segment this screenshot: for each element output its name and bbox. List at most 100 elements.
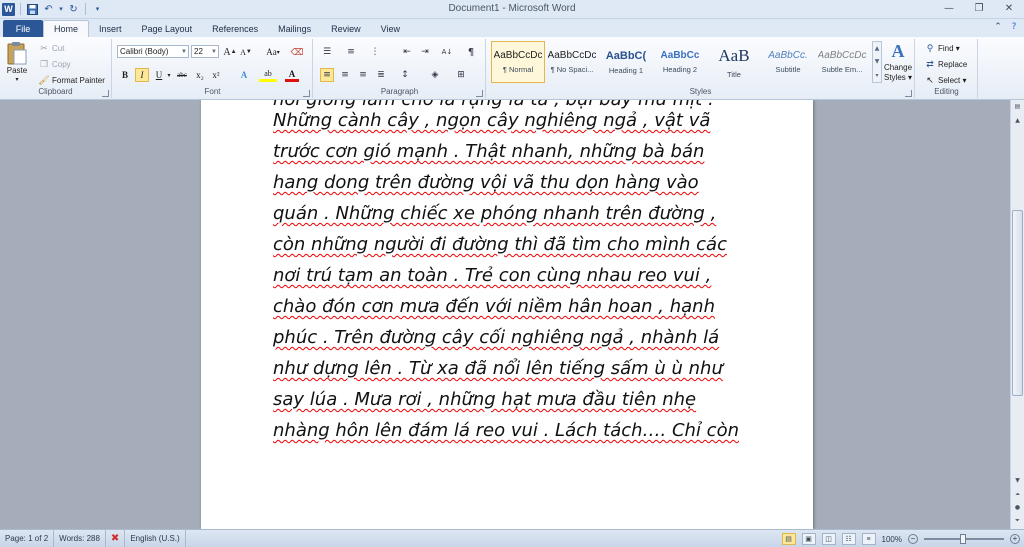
tab-insert[interactable]: Insert [89,20,132,37]
full-screen-view-icon[interactable]: ▣ [801,533,816,545]
page-count[interactable]: Page: 1 of 2 [0,529,55,547]
style-no-spacing[interactable]: AaBbCcDc ¶ No Spaci... [545,41,599,83]
paste-button[interactable]: Paste ▾ [6,41,28,83]
borders-icon[interactable]: ⊞ [454,68,468,82]
tab-mailings[interactable]: Mailings [268,20,321,37]
font-color-button[interactable]: A [285,68,299,82]
tab-home[interactable]: Home [43,20,90,37]
ruler-toggle-icon[interactable]: ▤ [1011,100,1024,113]
style-heading-1[interactable]: AaBbC( Heading 1 [599,41,653,83]
gallery-more-icon[interactable]: ▾ [875,72,878,79]
scroll-up-icon[interactable]: ▲ [1011,114,1024,127]
shading-icon[interactable]: ◈ [428,68,442,82]
italic-button[interactable]: I [135,68,149,82]
multilevel-list-icon[interactable]: ⋮ [368,45,382,59]
proofing-status[interactable]: ✖ [106,529,126,547]
superscript-button[interactable]: x² [209,68,223,82]
select-button[interactable]: ↖ Select ▾ [924,74,966,86]
document-body[interactable]: nơi giống làm cho lá rụng lả tả , bụi ba… [273,100,753,451]
language-status[interactable]: English (U.S.) [125,529,186,547]
scroll-down-icon[interactable]: ▼ [1011,474,1024,487]
web-layout-view-icon[interactable]: ◫ [821,533,836,545]
align-center-icon[interactable]: ≡ [338,68,352,82]
highlight-button[interactable]: ab [259,68,277,82]
text-line-content: phúc . Trên đường cây cối nghiêng ngả , … [273,327,720,348]
align-right-icon[interactable]: ≡ [356,68,370,82]
cut-button[interactable]: ✂ Cut [38,42,64,54]
text-effects-button[interactable]: A [237,68,251,82]
gallery-down-icon[interactable]: ▼ [875,58,880,65]
close-button[interactable]: ✕ [994,0,1024,17]
justify-icon[interactable]: ≣ [374,68,388,82]
document-area[interactable]: nơi giống làm cho lá rụng lả tả , bụi ba… [0,100,1010,529]
paragraph-dialog-launcher[interactable] [476,90,483,97]
sort-icon[interactable]: A↓ [440,45,454,59]
styles-gallery-scroll[interactable]: ▲ ▼ ▾ [872,41,882,83]
redo-icon[interactable]: ↻ [67,3,80,16]
format-painter-button[interactable]: 🖌 Format Painter [38,74,105,86]
font-dialog-launcher[interactable] [303,90,310,97]
zoom-slider[interactable] [924,534,1004,544]
find-button[interactable]: ⚲ Find ▾ [924,42,960,54]
style-subtle-emphasis[interactable]: AaBbCcDc Subtle Em... [815,41,869,83]
help-icon[interactable]: ? [1008,21,1020,33]
style-normal[interactable]: AaBbCcDc ¶ Normal [491,41,545,83]
subscript-button[interactable]: x₂ [193,68,207,82]
align-left-icon[interactable]: ≡ [320,68,334,82]
minimize-button[interactable]: — [934,0,964,17]
style-title[interactable]: AaB Title [707,41,761,83]
change-case-button[interactable]: Aa ▾ [263,45,283,59]
grow-font-button[interactable]: A ▲ [223,45,237,59]
text-line: hang dong trên đường vội vã thu dọn hàng… [273,172,753,203]
line-spacing-icon[interactable]: ↕ [398,68,412,82]
change-styles-button[interactable]: A Change Styles ▾ [884,41,912,82]
clear-formatting-icon[interactable]: ⌫ [289,45,305,59]
tab-file[interactable]: File [3,20,43,37]
tab-view[interactable]: View [371,20,410,37]
gallery-up-icon[interactable]: ▲ [875,45,880,52]
style-subtitle[interactable]: AaBbCc. Subtitle [761,41,815,83]
tab-page-layout[interactable]: Page Layout [132,20,203,37]
browse-object-icon[interactable]: ● [1011,501,1024,514]
tab-review[interactable]: Review [321,20,371,37]
font-size-combo[interactable]: 22 ▼ [191,45,219,58]
scrollbar-thumb[interactable] [1012,210,1023,396]
customize-qat-icon[interactable]: ▾ [91,3,104,16]
tab-references[interactable]: References [202,20,268,37]
decrease-indent-icon[interactable]: ⇤ [400,45,414,59]
show-formatting-icon[interactable]: ¶ [464,45,478,59]
zoom-slider-thumb[interactable] [960,534,966,544]
zoom-level[interactable]: 100% [882,535,902,544]
underline-dropdown-icon[interactable]: ▾ [165,68,173,82]
undo-icon[interactable]: ↶ [42,3,55,16]
replace-button[interactable]: ⇄ Replace [924,58,967,70]
zoom-out-icon[interactable]: − [908,534,918,544]
outline-view-icon[interactable]: ☷ [841,533,856,545]
minimize-ribbon-icon[interactable]: ⌃ [992,21,1004,33]
numbering-icon[interactable]: ≡ [344,45,358,59]
zoom-in-icon[interactable]: + [1010,534,1020,544]
save-icon[interactable] [26,3,39,16]
clipboard-dialog-launcher[interactable] [102,90,109,97]
document-page[interactable]: nơi giống làm cho lá rụng lả tả , bụi ba… [201,100,813,529]
styles-dialog-launcher[interactable] [905,90,912,97]
vertical-scrollbar[interactable]: ▤ ▲ ▼ ⏶ ● ⏷ [1010,100,1024,529]
draft-view-icon[interactable]: ≡ [861,533,876,545]
bold-button[interactable]: B [118,68,132,82]
word-logo-icon[interactable]: W [2,2,15,16]
increase-indent-icon[interactable]: ⇥ [418,45,432,59]
style-heading-2[interactable]: AaBbCc Heading 2 [653,41,707,83]
print-layout-view-icon[interactable]: ▤ [781,533,796,545]
strikethrough-button[interactable]: abc [173,68,191,82]
restore-button[interactable]: ❐ [964,0,994,17]
underline-button[interactable]: U [152,68,166,82]
font-family-combo[interactable]: Calibri (Body) ▼ [117,45,189,58]
previous-page-icon[interactable]: ⏶ [1011,488,1024,501]
shrink-font-button[interactable]: A ▼ [239,45,253,59]
copy-label: Copy [52,59,71,69]
bullets-icon[interactable]: ☰ [320,45,334,59]
undo-dropdown-icon[interactable]: ▾ [58,3,64,16]
word-count[interactable]: Words: 288 [54,529,106,547]
next-page-icon[interactable]: ⏷ [1011,514,1024,527]
copy-button[interactable]: ❐ Copy [38,58,71,70]
